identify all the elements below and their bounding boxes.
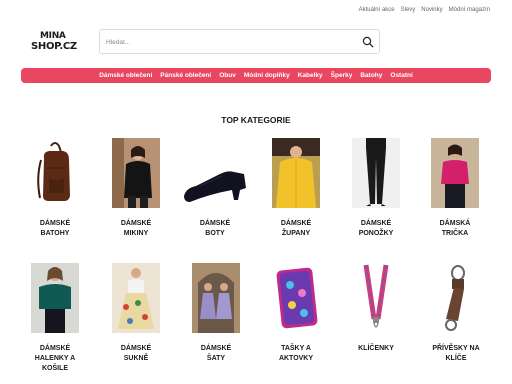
category-label-line2: PONOŽKY [358,230,394,237]
category-image-lanyard [352,263,400,333]
nav-item-batohy[interactable]: Batohy [360,72,382,79]
category-label-line1: DÁMSKÉ [200,345,232,352]
category-label-line2: AKTOVKY [278,355,314,362]
category-label-line1: DÁMSKÉ [120,345,152,352]
main-nav: Dámské oblečení Pánské oblečení Obuv Mód… [21,68,491,83]
top-link-slevy[interactable]: Slevy [401,7,416,13]
category-card[interactable]: TAŠKY A AKTOVKY [261,263,331,364]
category-label-line1: DÁMSKÉ [120,220,152,227]
category-card[interactable]: DÁMSKÉ BATOHY [20,138,90,239]
category-card[interactable]: DÁMSKÉ PONOŽKY [341,138,411,239]
category-card[interactable]: DÁMSKÉ SUKNĚ [101,263,171,364]
category-label-line2: ŽUPANY [281,230,311,237]
top-links: Aktuální akce Slevy Novinky Módní magazí… [359,7,490,13]
category-card[interactable]: DÁMSKÉ MIKINY [101,138,171,239]
category-label-line2: TRIČKA [441,230,469,237]
category-card[interactable]: KLÍČENKY [341,263,411,354]
category-image-shoe [180,138,250,208]
category-image-keychain [432,263,480,333]
section-title: TOP KATEGORIE [221,115,291,125]
category-label-line1: DÁMSKÉ [280,220,312,227]
category-card[interactable]: DÁMSKÉ BOTY [180,138,250,239]
category-image-blouse [31,263,79,333]
category-image-skirt [112,263,160,333]
category-card[interactable]: PŘÍVĚSKY NA KLÍČE [421,263,491,364]
search-input[interactable] [106,35,346,49]
category-image-tshirt [431,138,479,208]
search-icon[interactable] [362,36,374,48]
nav-item-panske-obleceni[interactable]: Pánské oblečení [160,72,211,79]
top-link-magazin[interactable]: Módní magazín [449,7,490,13]
category-card[interactable]: DÁMSKÉ ŠATY [181,263,251,364]
category-image-tights [352,138,400,208]
top-link-novinky[interactable]: Novinky [421,7,442,13]
category-card[interactable]: DÁMSKÁ TRIČKA [420,138,490,239]
category-image-hoodie [112,138,160,208]
category-label-line1: TAŠKY A [281,345,311,352]
category-label-line2: HALENKY A [34,355,76,362]
category-label-line2: ŠATY [206,355,226,362]
category-image-pencil-case [272,263,320,333]
category-label-line2: KLÍČE [445,355,467,362]
category-label-line2: BOTY [205,230,225,237]
category-label-line2: MIKINY [123,230,149,237]
nav-item-modni-doplnky[interactable]: Módní doplňky [244,72,290,79]
nav-item-obuv[interactable]: Obuv [219,72,236,79]
category-label-line1: DÁMSKÉ [360,220,392,227]
nav-item-sperky[interactable]: Šperky [331,72,353,79]
category-label-line1: DÁMSKÉ [39,220,71,227]
category-image-robe [272,138,320,208]
category-label-line1: PŘÍVĚSKY NA [432,345,480,352]
logo[interactable]: MINA SHOP.CZ [31,31,77,54]
nav-item-damske-obleceni[interactable]: Dámské oblečení [99,72,152,79]
nav-item-ostatni[interactable]: Ostatní [390,72,412,79]
category-label-line1: DÁMSKÉ [199,220,231,227]
category-image-backpack [31,138,79,208]
category-image-dresses [192,263,240,333]
category-label-line1: DÁMSKÁ [439,220,471,227]
category-label-line1: KLÍČENKY [358,345,394,352]
category-card[interactable]: DÁMSKÉ HALENKY A KOŠILE [20,263,90,374]
category-label-line1: DÁMSKÉ [39,345,71,352]
category-label-line3: KOŠILE [41,365,69,372]
search-box [99,29,380,54]
top-link-akce[interactable]: Aktuální akce [359,7,395,13]
category-label-line2: BATOHY [40,230,70,237]
nav-item-kabelky[interactable]: Kabelky [298,72,323,79]
category-card[interactable]: DÁMSKÉ ŽUPANY [261,138,331,239]
category-label-line2: SUKNĚ [123,355,149,362]
logo-line2: SHOP.CZ [31,40,77,52]
